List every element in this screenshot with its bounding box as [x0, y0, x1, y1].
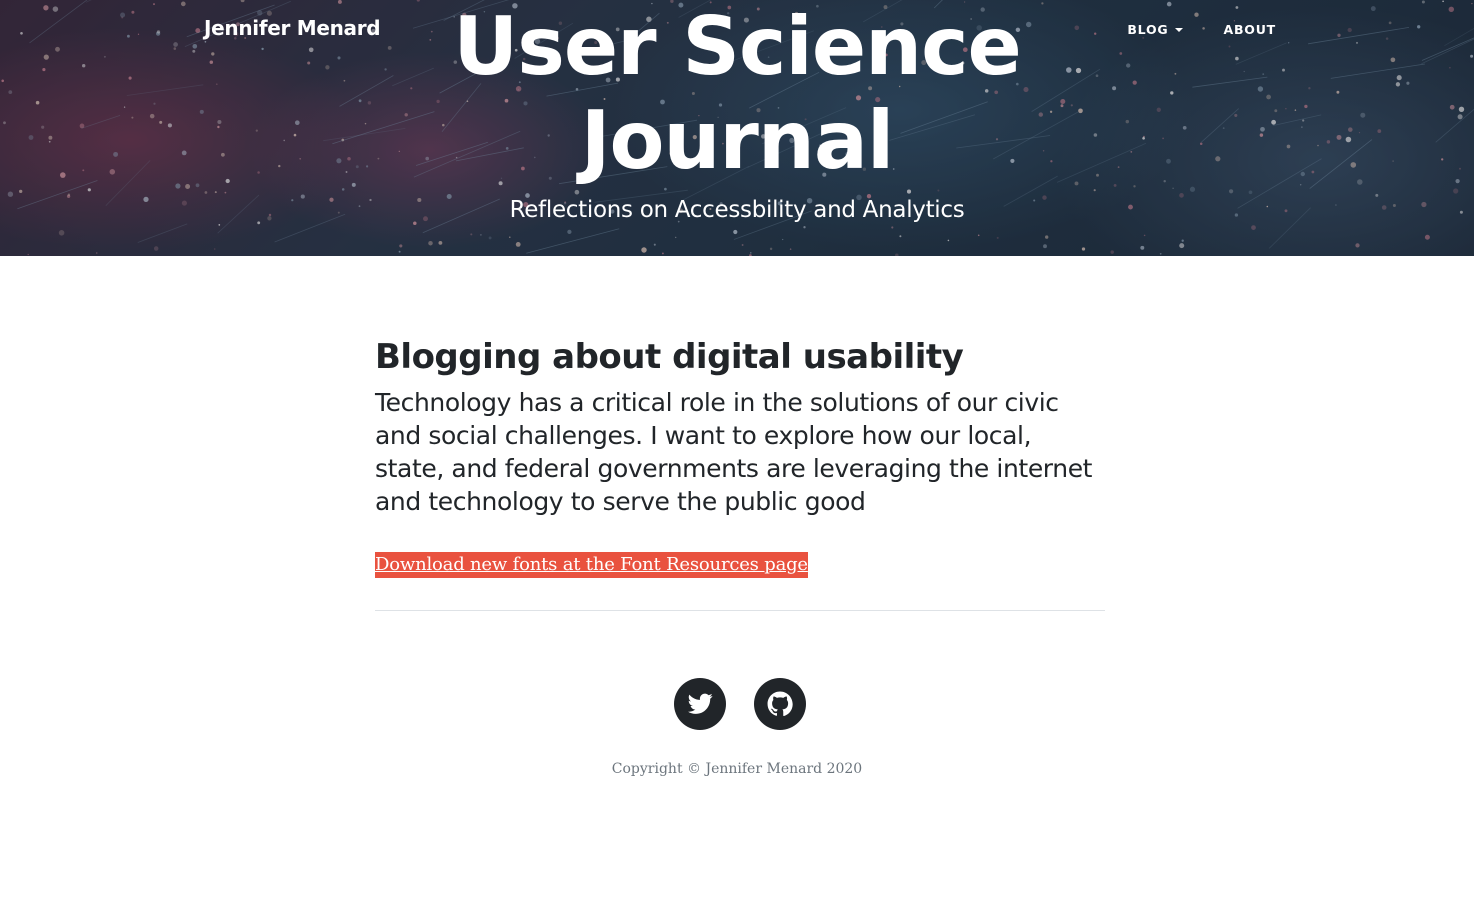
- masthead: Jennifer Menard BLOG ABOUT User Science …: [0, 0, 1474, 256]
- site-subtitle: Reflections on Accessbility and Analytic…: [509, 197, 965, 223]
- page-heading: Blogging about digital usability: [375, 337, 964, 377]
- twitter-icon: [687, 693, 713, 714]
- twitter-button[interactable]: [674, 678, 726, 730]
- intro-text: Technology has a critical role in the so…: [375, 388, 1093, 516]
- font-resources-link[interactable]: Download new fonts at the Font Resources…: [375, 552, 808, 578]
- github-icon: [767, 691, 793, 717]
- site-title-line-1: User Science: [453, 0, 1022, 93]
- site-title-line-2: Journal: [580, 94, 895, 187]
- site-title: User Science Journal: [0, 0, 1474, 188]
- github-button[interactable]: [754, 678, 806, 730]
- copyright-text: Copyright © Jennifer Menard 2020: [611, 761, 863, 777]
- social-links: [674, 678, 806, 730]
- main-content: Blogging about digital usability Technol…: [375, 334, 1105, 578]
- divider: [375, 610, 1105, 611]
